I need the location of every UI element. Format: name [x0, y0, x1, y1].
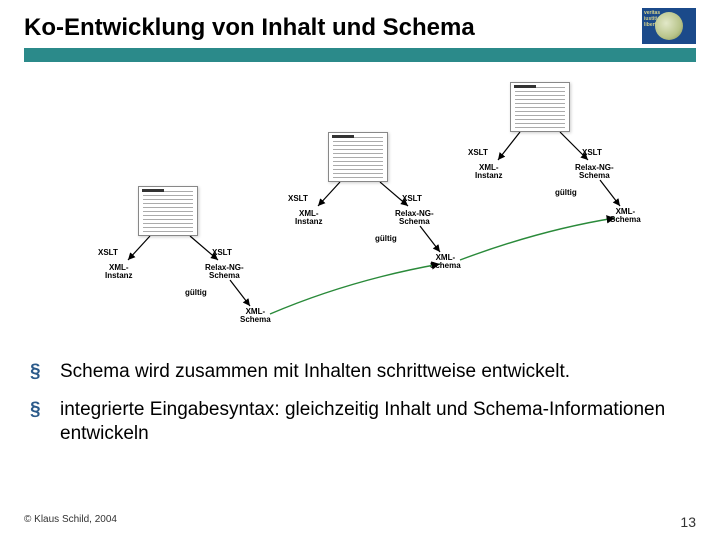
- gueltig-label: gültig: [555, 188, 577, 197]
- page-number: 13: [680, 514, 696, 530]
- university-logo: veritas iustitia libertas: [642, 8, 696, 44]
- relax-ng-schema-node: Relax-NG-Schema: [395, 210, 434, 226]
- document-icon: [138, 186, 198, 236]
- bullet-list: Schema wird zusammen mit Inhalten schrit…: [30, 360, 690, 459]
- copyright: © Klaus Schild, 2004: [24, 514, 117, 530]
- xml-instanz-node: XML-Instanz: [475, 164, 503, 180]
- slide-footer: © Klaus Schild, 2004 13: [24, 514, 696, 530]
- bullet-item: Schema wird zusammen mit Inhalten schrit…: [30, 360, 690, 384]
- xslt-label: XSLT: [582, 148, 602, 157]
- title-underline: [24, 48, 696, 62]
- xml-schema-node: XML-Schema: [610, 208, 641, 224]
- xslt-label: XSLT: [212, 248, 232, 257]
- relax-ng-schema-node: Relax-NG-Schema: [575, 164, 614, 180]
- xml-schema-node: XML-Schema: [430, 254, 461, 270]
- globe-icon: [655, 12, 683, 40]
- xml-schema-node: XML-Schema: [240, 308, 271, 324]
- gueltig-label: gültig: [375, 234, 397, 243]
- xslt-label: XSLT: [402, 194, 422, 203]
- document-icon: [328, 132, 388, 182]
- xslt-label: XSLT: [468, 148, 488, 157]
- xslt-label: XSLT: [288, 194, 308, 203]
- xslt-label: XSLT: [98, 248, 118, 257]
- evolution-diagram: XSLT XSLT XML-Instanz Relax-NG-Schema gü…: [0, 80, 720, 340]
- xml-instanz-node: XML-Instanz: [295, 210, 323, 226]
- slide-title: Ko-Entwicklung von Inhalt und Schema: [24, 14, 696, 42]
- relax-ng-schema-node: Relax-NG-Schema: [205, 264, 244, 280]
- gueltig-label: gültig: [185, 288, 207, 297]
- xml-instanz-node: XML-Instanz: [105, 264, 133, 280]
- document-icon: [510, 82, 570, 132]
- bullet-item: integrierte Eingabesyntax: gleichzeitig …: [30, 398, 690, 446]
